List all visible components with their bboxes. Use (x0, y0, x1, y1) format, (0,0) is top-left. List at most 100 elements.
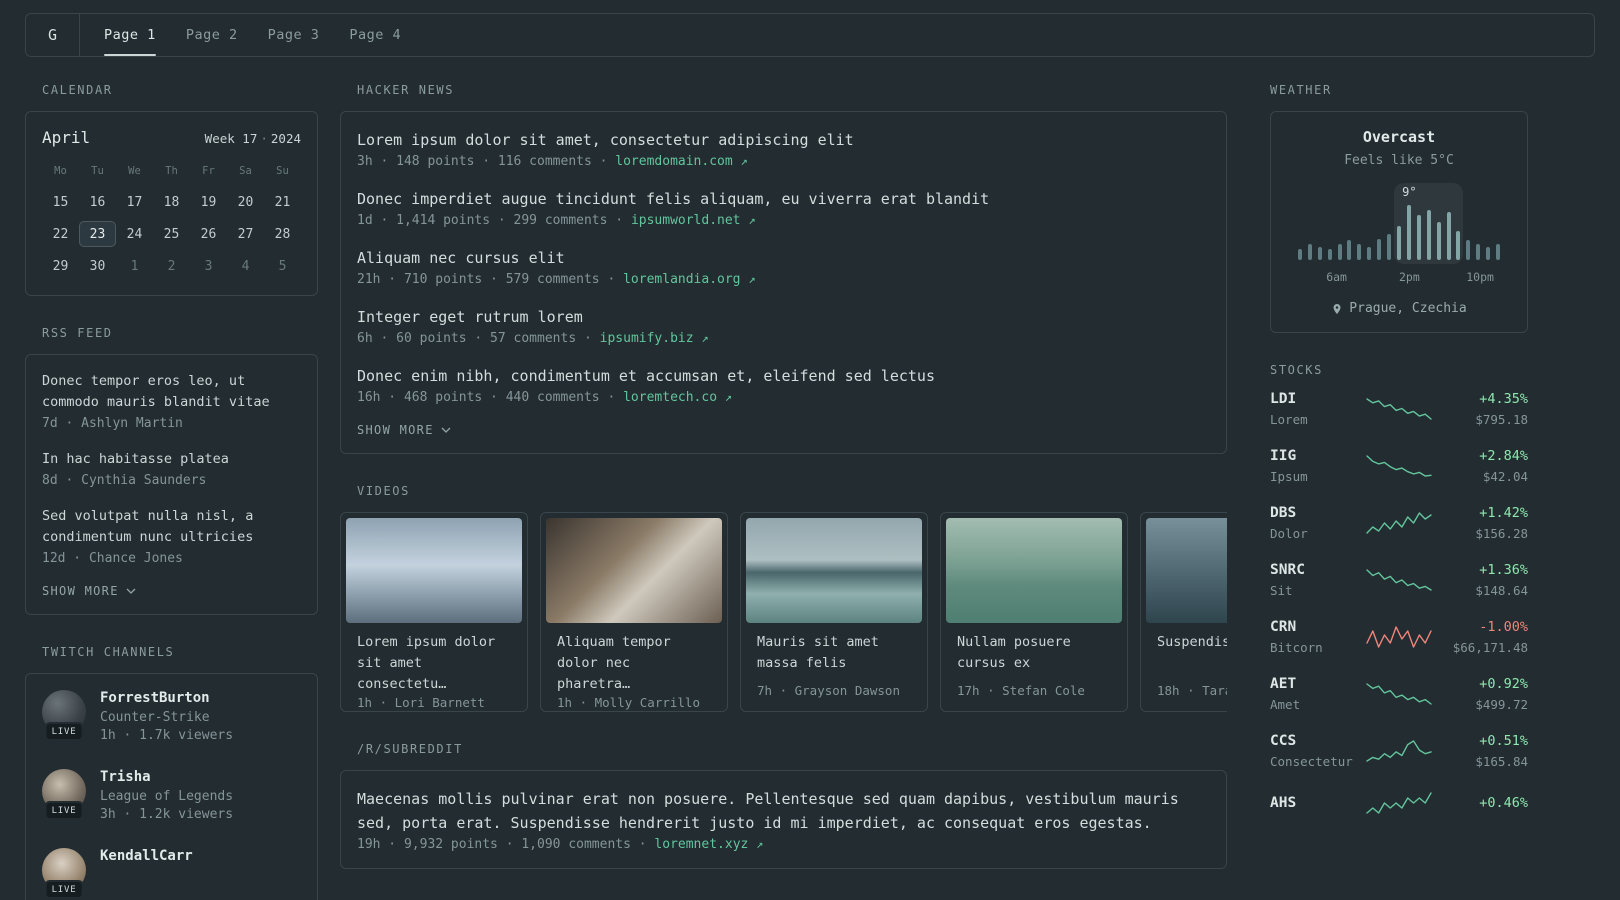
tab-page-4[interactable]: Page 4 (349, 14, 401, 56)
stock-change: +1.36% (1479, 562, 1528, 578)
twitch-heading: TWITCH CHANNELS (42, 645, 175, 659)
weekday-header: Tu (91, 165, 104, 177)
twitch-channel-info: ForrestBurton Counter-Strike 1h · 1.7k v… (100, 690, 233, 743)
hackernews-section: HACKER NEWS Lorem ipsum dolor sit amet, … (340, 83, 1227, 454)
video-thumbnail[interactable] (946, 518, 1122, 623)
stock-sparkline (1366, 512, 1432, 534)
video-title[interactable]: Suspendisse diam (1146, 623, 1227, 683)
hn-item-meta: 3h · 148 points · 116 comments · loremdo… (357, 154, 748, 169)
video-card[interactable]: Aliquam tempor dolor nec pharetra… 1h · … (540, 512, 728, 712)
stock-name: Ipsum (1270, 469, 1308, 484)
stock-ticker: DBS (1270, 505, 1297, 521)
stock-row[interactable]: AHS +0.46% (1270, 790, 1528, 816)
video-meta: 7h · Grayson Dawson (757, 683, 900, 698)
video-title[interactable]: Nullam posuere cursus ex (946, 623, 1122, 683)
video-title[interactable]: Mauris sit amet massa felis (746, 623, 922, 683)
calendar-day: 21 (274, 194, 291, 210)
stock-row[interactable]: IIG Ipsum +2.84% $42.04 (1270, 448, 1528, 484)
rss-item-title[interactable]: Sed volutpat nulla nisl, a condimentum n… (42, 506, 301, 548)
hn-item-domain-link[interactable]: loremdomain.com ↗ (615, 154, 747, 169)
hn-item-title[interactable]: Donec enim nibh, condimentum et accumsan… (357, 364, 1210, 388)
video-card[interactable]: Nullam posuere cursus ex 17h · Stefan Co… (940, 512, 1128, 712)
calendar-day-other-month: 4 (241, 258, 250, 274)
hn-item: Lorem ipsum dolor sit amet, consectetur … (357, 128, 1210, 169)
subreddit-section: /R/SUBREDDIT Maecenas mollis pulvinar er… (340, 742, 1227, 869)
calendar-day-other-month: 1 (130, 258, 139, 274)
twitch-channel-row[interactable]: LIVE KendallCarr (42, 848, 301, 899)
app-logo[interactable]: G (48, 26, 57, 44)
twitch-channel-row[interactable]: LIVE ForrestBurton Counter-Strike 1h · 1… (42, 690, 301, 743)
stock-row[interactable]: SNRC Sit +1.36% $148.64 (1270, 562, 1528, 598)
subreddit-heading: /R/SUBREDDIT (357, 742, 463, 756)
weather-hour-bar (1307, 244, 1312, 260)
video-title[interactable]: Lorem ipsum dolor sit amet consectetu… (346, 623, 522, 695)
rss-item-meta: 8d · Cynthia Saunders (42, 473, 207, 488)
subreddit-post-title[interactable]: Maecenas mollis pulvinar erat non posuer… (357, 787, 1210, 835)
calendar-day: 26 (200, 226, 217, 242)
hn-item-domain-link[interactable]: loremlandia.org ↗ (623, 272, 755, 287)
rss-item: Sed volutpat nulla nisl, a condimentum n… (42, 506, 301, 566)
weather-location-label: Prague, Czechia (1349, 301, 1467, 316)
hn-item-domain-link[interactable]: ipsumworld.net ↗ (631, 213, 756, 228)
stock-ticker: LDI (1270, 391, 1297, 407)
stock-row[interactable]: CCS Consectetur +0.51% $165.84 (1270, 733, 1528, 769)
twitch-channel-game[interactable]: League of Legends (100, 789, 233, 804)
stock-price: $156.28 (1475, 526, 1528, 541)
subreddit-post-domain-link[interactable]: loremnet.xyz ↗ (654, 837, 763, 852)
stock-row[interactable]: CRN Bitcorn -1.00% $66,171.48 (1270, 619, 1528, 655)
tab-page-2[interactable]: Page 2 (186, 14, 238, 56)
hackernews-card: Lorem ipsum dolor sit amet, consectetur … (340, 111, 1227, 454)
stock-row[interactable]: AET Amet +0.92% $499.72 (1270, 676, 1528, 712)
calendar-heading: CALENDAR (42, 83, 113, 97)
hn-item-domain-link[interactable]: ipsumify.biz ↗ (600, 331, 709, 346)
calendar-day: 19 (200, 194, 217, 210)
calendar-day-other-month: 2 (167, 258, 176, 274)
weather-hour-bar (1327, 249, 1332, 260)
video-thumbnail[interactable] (346, 518, 522, 623)
live-badge: LIVE (44, 880, 84, 899)
video-thumbnail[interactable] (746, 518, 922, 623)
weather-hour-bar (1446, 212, 1451, 260)
video-card[interactable]: Lorem ipsum dolor sit amet consectetu… 1… (340, 512, 528, 712)
twitch-channel-name[interactable]: ForrestBurton (100, 690, 233, 706)
hn-item-domain-link[interactable]: loremtech.co ↗ (623, 390, 732, 405)
subreddit-card: Maecenas mollis pulvinar erat non posuer… (340, 770, 1227, 869)
tab-page-3[interactable]: Page 3 (268, 14, 320, 56)
weather-hour-bar (1406, 205, 1411, 260)
stock-row[interactable]: DBS Dolor +1.42% $156.28 (1270, 505, 1528, 541)
hn-item-meta: 6h · 60 points · 57 comments · ipsumify.… (357, 331, 709, 346)
stock-row[interactable]: LDI Lorem +4.35% $795.18 (1270, 391, 1528, 427)
weather-hour-bar (1337, 244, 1342, 260)
twitch-channel-row[interactable]: LIVE Trisha League of Legends 3h · 1.2k … (42, 769, 301, 822)
subreddit-post-meta: 19h · 9,932 points · 1,090 comments · lo… (357, 837, 764, 852)
time-label: 10pm (1466, 270, 1494, 284)
map-pin-icon (1333, 303, 1341, 314)
stock-ticker: AHS (1270, 795, 1297, 811)
hn-item-title[interactable]: Integer eget rutrum lorem (357, 305, 1210, 329)
stock-name: Bitcorn (1270, 640, 1323, 655)
calendar-grid: Mo Tu We Th Fr Sa Su 15 16 17 18 19 20 2… (42, 165, 301, 279)
rss-show-more-button[interactable]: SHOW MORE (42, 584, 301, 598)
hn-show-more-button[interactable]: SHOW MORE (357, 423, 1210, 437)
hn-item-title[interactable]: Aliquam nec cursus elit (357, 246, 1210, 270)
rss-item-title[interactable]: Donec tempor eros leo, ut commodo mauris… (42, 371, 301, 413)
dashboard-columns: CALENDAR April Week 17 · 2024 Mo Tu We Th … (25, 83, 1595, 900)
video-thumbnail[interactable] (546, 518, 722, 623)
twitch-channel-game[interactable]: Counter-Strike (100, 710, 233, 725)
chevron-down-icon (126, 588, 136, 594)
video-title[interactable]: Aliquam tempor dolor nec pharetra… (546, 623, 722, 695)
stock-sparkline (1366, 683, 1432, 705)
hn-item-title[interactable]: Lorem ipsum dolor sit amet, consectetur … (357, 128, 1210, 152)
video-card[interactable]: Suspendisse diam 18h · Tara (1140, 512, 1227, 712)
calendar-day-other-month: 5 (278, 258, 287, 274)
video-card[interactable]: Mauris sit amet massa felis 7h · Grayson… (740, 512, 928, 712)
rss-item-title[interactable]: In hac habitasse platea (42, 449, 301, 470)
calendar-day: 18 (163, 194, 180, 210)
hn-item-title[interactable]: Donec imperdiet augue tincidunt felis al… (357, 187, 1210, 211)
weather-hour-bar (1347, 240, 1352, 260)
calendar-day: 24 (126, 226, 143, 242)
twitch-channel-name[interactable]: Trisha (100, 769, 233, 785)
video-thumbnail[interactable] (1146, 518, 1227, 623)
twitch-channel-name[interactable]: KendallCarr (100, 848, 193, 864)
tab-page-1[interactable]: Page 1 (104, 14, 156, 56)
